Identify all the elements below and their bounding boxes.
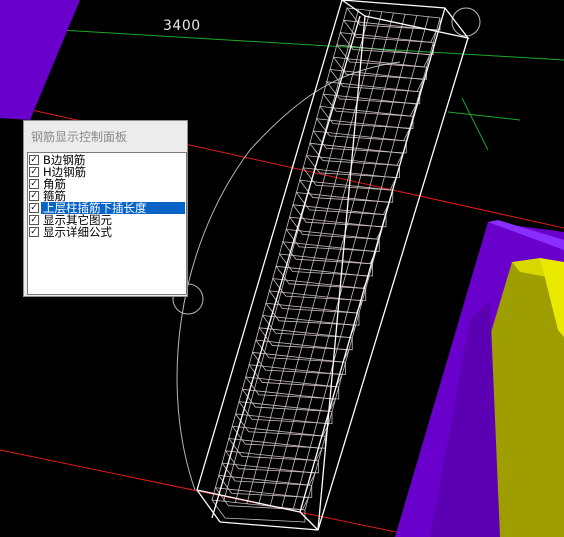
checkbox-icon[interactable]: ✓ — [29, 203, 39, 213]
checkbox-icon[interactable]: ✓ — [29, 179, 39, 189]
option-show-detailed-formula[interactable]: ✓ 显示详细公式 — [29, 226, 114, 238]
rebar-display-control-panel: 钢筋显示控制面板 ✓ B边钢筋 ✓ H边钢筋 ✓ 角筋 ✓ 箍筋 ✓ 上层柱插筋… — [23, 120, 188, 297]
option-label: 显示详细公式 — [43, 225, 112, 239]
dimension-label: 3400 — [163, 18, 201, 34]
checkbox-icon[interactable]: ✓ — [29, 191, 39, 201]
option-list[interactable]: ✓ B边钢筋 ✓ H边钢筋 ✓ 角筋 ✓ 箍筋 ✓ 上层柱插筋下插长度 ✓ 显示… — [27, 152, 187, 295]
checkbox-icon[interactable]: ✓ — [29, 227, 39, 237]
checkbox-icon[interactable]: ✓ — [29, 155, 39, 165]
checkbox-icon[interactable]: ✓ — [29, 167, 39, 177]
panel-title: 钢筋显示控制面板 — [31, 130, 128, 144]
checkbox-icon[interactable]: ✓ — [29, 215, 39, 225]
